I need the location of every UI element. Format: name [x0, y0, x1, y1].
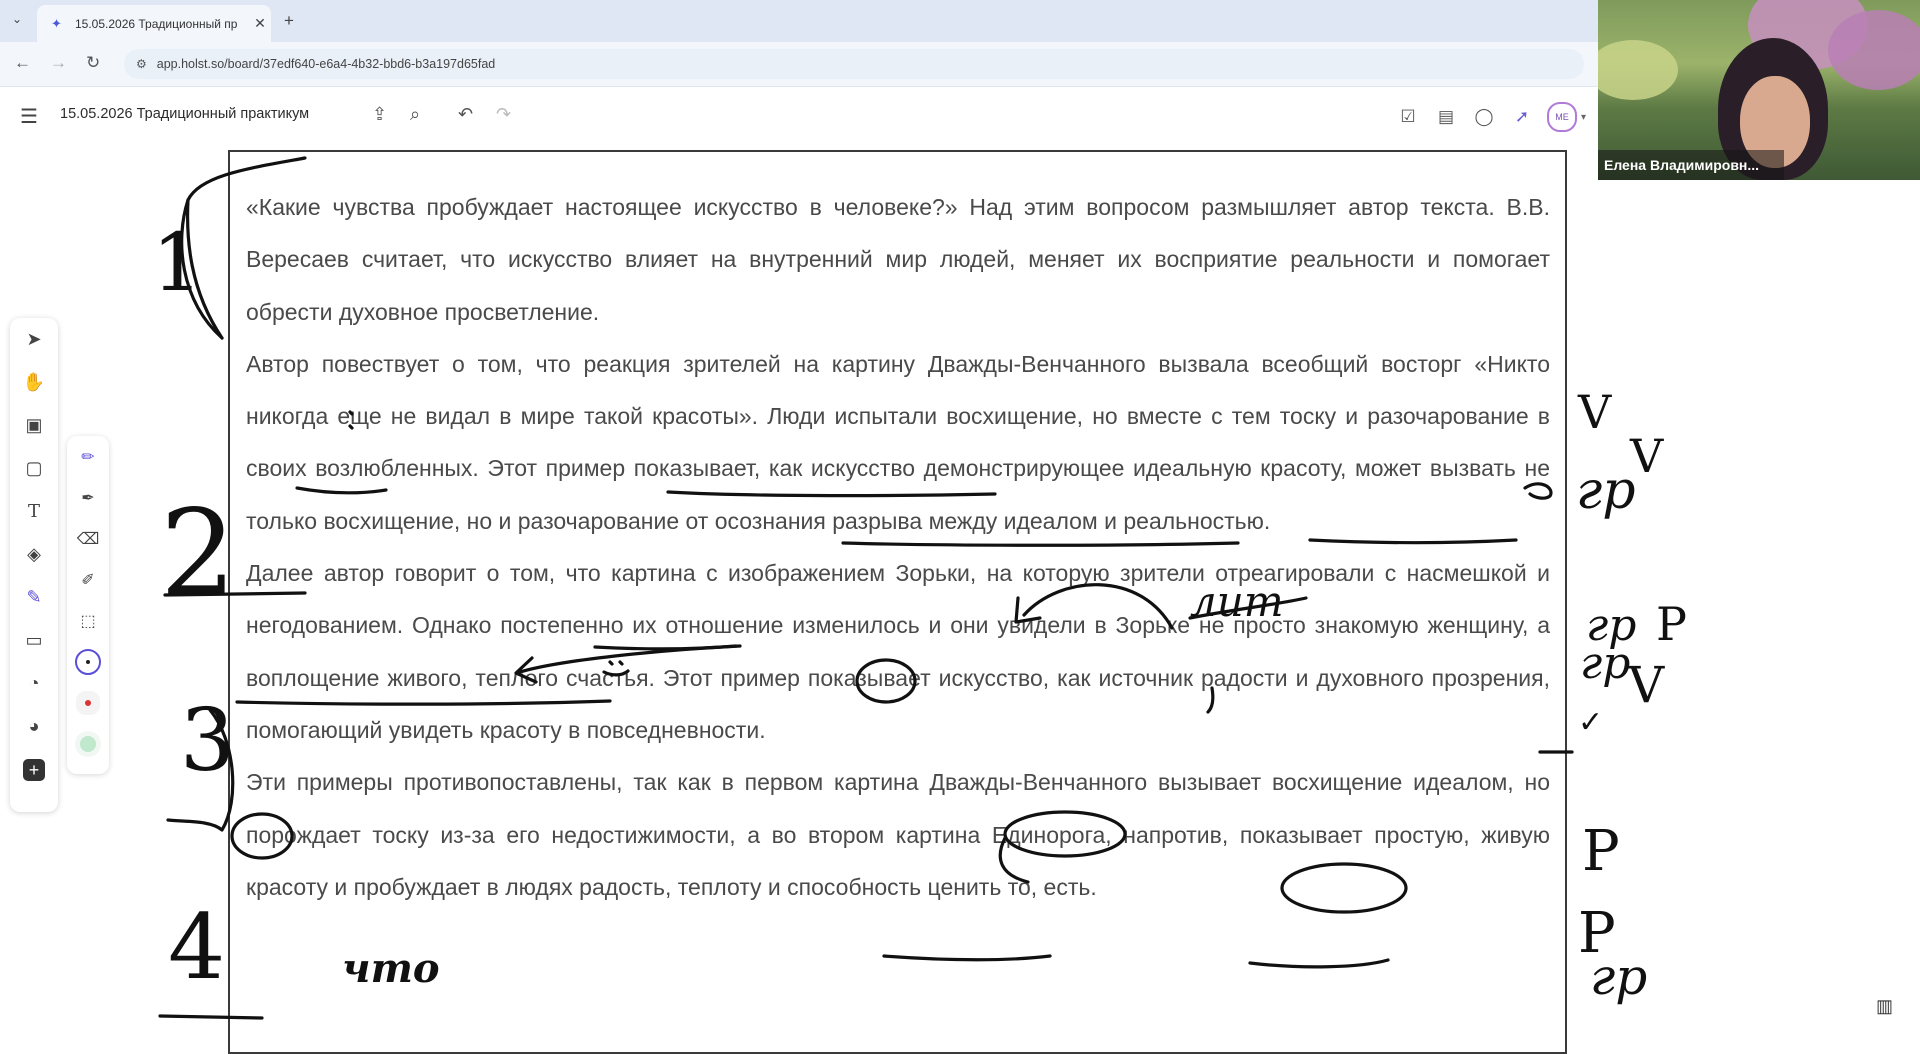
essay-paragraph-3: Далее автор говорит о том, что картина с… [246, 560, 1550, 743]
pen-icon[interactable]: ✎ [10, 576, 58, 619]
cursor-icon[interactable]: ➤ [10, 318, 58, 361]
chevron-down-icon[interactable]: ▾ [1581, 112, 1586, 123]
chat-icon[interactable]: ◯ [1465, 107, 1503, 127]
essay-paragraph-2: Автор повествует о том, что реакция зрит… [246, 350, 1550, 534]
pencil-icon[interactable]: ✏ [67, 436, 109, 477]
url-field[interactable]: ⚙ app.holst.so/board/37edf640-e6a4-4b32-… [124, 49, 1584, 79]
color-swatch-red[interactable] [67, 682, 109, 723]
tasks-icon[interactable]: ☑ [1389, 107, 1427, 127]
marker-icon[interactable]: ✒ [67, 477, 109, 518]
ink-mark-gr-1: гр [1576, 461, 1636, 521]
palette-icon[interactable]: ◕ [10, 705, 58, 748]
essay-text: «Какие чувства пробуждает настоящее иску… [246, 181, 1550, 913]
color-swatch-green[interactable] [67, 723, 109, 764]
comment-icon[interactable]: ◔ [10, 662, 58, 705]
browser-tab-strip: ⌄ ✦ 15.05.2026 Традиционный пр ✕ + [0, 0, 1598, 42]
address-bar-row: ← → ↻ ⚙ app.holst.so/board/37edf640-e6a4… [0, 42, 1598, 87]
site-settings-icon[interactable]: ⚙ [136, 57, 147, 71]
holst-favicon-icon: ✦ [51, 15, 62, 31]
frame-icon[interactable]: ▣ [10, 404, 58, 447]
ink-number-3: 3 [180, 691, 235, 791]
left-toolbar: ➤ ✋ ▣ ▢ T ◈ ✎ ▭ ◔ ◕ + [10, 318, 58, 812]
sticky-note-icon[interactable]: ▢ [10, 447, 58, 490]
forward-arrow-icon[interactable]: → [50, 53, 67, 73]
ink-mark-gr-2: гр [1586, 600, 1636, 651]
text-icon[interactable]: T [10, 490, 58, 533]
ink-mark-r-1: Р [1656, 597, 1687, 651]
url-text: app.holst.so/board/37edf640-e6a4-4b32-bb… [156, 57, 496, 71]
board-title[interactable]: 15.05.2026 Традиционный практикум [60, 106, 309, 122]
select-region-icon[interactable]: ⬚ [67, 600, 109, 641]
video-background [1828, 10, 1920, 90]
ink-bracket-1-stroke [185, 198, 224, 340]
ink-mark-gr-4: гр [1590, 948, 1647, 1006]
video-background [1598, 40, 1678, 100]
app-top-bar: ☰ 15.05.2026 Традиционный практикум ⇪ ⌕ … [0, 88, 1598, 142]
participant-name: Елена Владимировн... [1598, 150, 1784, 180]
tab-list-chevron-icon[interactable]: ⌄ [12, 12, 22, 26]
undo-icon[interactable]: ↶ [458, 104, 473, 125]
ink-number-1: 1 [152, 216, 203, 309]
essay-paragraph-4: Эти примеры противопоставлены, так как в… [246, 769, 1550, 900]
stroke-size-selector[interactable] [67, 641, 109, 682]
back-arrow-icon[interactable]: ← [14, 53, 31, 73]
reload-icon[interactable]: ↻ [86, 53, 100, 73]
video-call-tile[interactable]: Елена Владимировн... [1598, 0, 1920, 180]
eraser-icon[interactable]: ⌫ [67, 518, 109, 559]
new-tab-icon[interactable]: + [284, 11, 294, 31]
browser-tab[interactable]: ✦ 15.05.2026 Традиционный пр ✕ [37, 5, 271, 42]
hamburger-menu-icon[interactable]: ☰ [20, 104, 38, 129]
ink-mark-v-2: V [1629, 429, 1664, 483]
user-avatar[interactable]: ME [1546, 102, 1577, 132]
ink-mark-check: ✓ [1578, 705, 1603, 740]
search-icon[interactable]: ⌕ [410, 104, 420, 125]
lasso-icon[interactable]: ✐ [67, 559, 109, 600]
ink-mark-v-1: V [1577, 385, 1612, 439]
ink-mark-r-3: Р [1578, 901, 1616, 966]
ink-number-2: 2 [160, 485, 236, 624]
ink-bracket-3 [166, 708, 235, 832]
share-upload-icon[interactable]: ⇪ [372, 104, 387, 125]
hand-icon[interactable]: ✋ [10, 361, 58, 404]
browser-tab-title: 15.05.2026 Традиционный пр [75, 16, 238, 31]
presentation-pointer-icon[interactable]: ➚ [1503, 107, 1541, 127]
shapes-icon[interactable]: ◈ [10, 533, 58, 576]
top-right-toolbar: ☑ ▤ ◯ ➚ ME ▾ [1389, 102, 1594, 132]
document-icon[interactable]: ▤ [1427, 107, 1465, 127]
ink-mark-r-2: Р [1582, 819, 1620, 884]
card-icon[interactable]: ▭ [10, 619, 58, 662]
close-tab-icon[interactable]: ✕ [249, 15, 271, 32]
minimap-icon[interactable]: ▥ [1876, 996, 1893, 1017]
ink-number-4: 4 [168, 895, 225, 1000]
pen-toolbar: ✏ ✒ ⌫ ✐ ⬚ [67, 436, 109, 774]
ink-mark-v-3: V [1627, 656, 1665, 714]
redo-icon[interactable]: ↷ [496, 104, 511, 125]
essay-paragraph-1: «Какие чувства пробуждает настоящее иску… [246, 194, 1550, 325]
ink-mark-gr-3: гр [1580, 638, 1630, 689]
plus-icon[interactable]: + [10, 748, 58, 791]
